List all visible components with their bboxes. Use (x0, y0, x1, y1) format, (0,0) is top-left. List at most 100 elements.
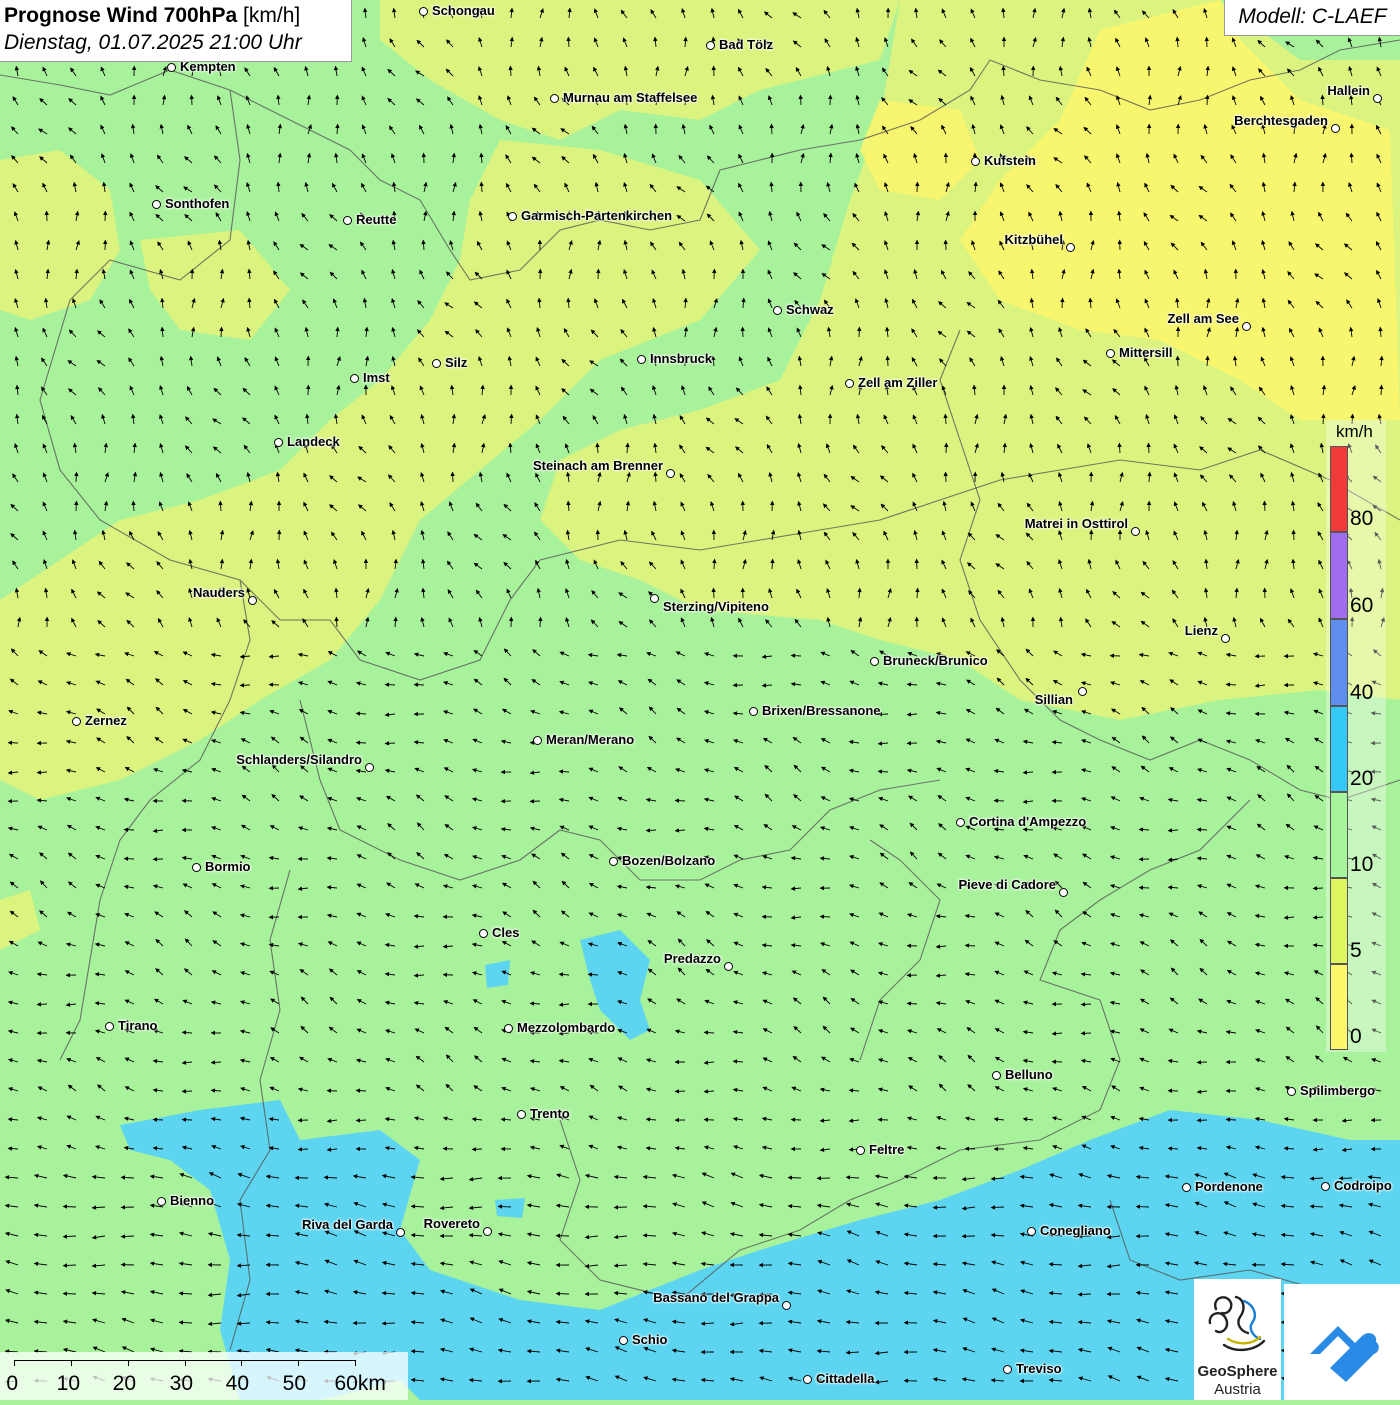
city-label: Sterzing/Vipiteno (663, 599, 769, 614)
scale-label: 0 (6, 1372, 18, 1396)
city-marker (550, 94, 559, 103)
city-marker (533, 736, 542, 745)
city-marker (1373, 94, 1382, 103)
city-marker (1131, 527, 1140, 536)
city-label: Bassano del Grappa (653, 1290, 779, 1305)
city-label: Bad Tölz (719, 37, 773, 52)
city-marker (105, 1022, 114, 1031)
scale-tick (14, 1360, 15, 1366)
city-marker (248, 596, 257, 605)
city-marker (803, 1375, 812, 1384)
color-legend: km/h 80 60 40 20 10 5 0 (1326, 420, 1386, 1052)
city-label: Feltre (869, 1142, 904, 1157)
city-marker (1066, 243, 1075, 252)
scale-tick (71, 1360, 72, 1366)
city-marker (856, 1146, 865, 1155)
city-label: Spilimbergo (1300, 1083, 1375, 1098)
city-label: Matrei in Osttirol (1025, 516, 1128, 531)
city-label: Schwaz (786, 302, 834, 317)
city-label: Tirano (118, 1018, 158, 1033)
scale-tick (128, 1360, 129, 1366)
city-label: Sonthofen (165, 196, 229, 211)
city-label: Pordenone (1195, 1179, 1263, 1194)
legend-band-80 (1330, 446, 1348, 532)
city-label: Berchtesgaden (1234, 113, 1328, 128)
legend-unit: km/h (1336, 422, 1373, 442)
city-marker (619, 1336, 628, 1345)
legend-tick: 10 (1350, 853, 1373, 877)
city-marker (517, 1110, 526, 1119)
city-label: Steinach am Brenner (533, 458, 663, 473)
city-marker (1331, 124, 1340, 133)
city-label: Sillian (1035, 692, 1073, 707)
city-marker (1027, 1227, 1036, 1236)
city-label: Zell am See (1167, 311, 1239, 326)
city-marker (508, 212, 517, 221)
legend-band-5 (1330, 878, 1348, 964)
city-label: Murnau am Staffelsee (563, 90, 697, 105)
city-marker (1106, 349, 1115, 358)
city-label: Pieve di Cadore (958, 877, 1056, 892)
legend-band-40 (1330, 619, 1348, 706)
city-label: Nauders (193, 585, 245, 600)
scale-tick (241, 1360, 242, 1366)
city-label: Treviso (1016, 1361, 1062, 1376)
city-label: Mittersill (1119, 345, 1172, 360)
city-marker (419, 7, 428, 16)
city-label: Riva del Garda (302, 1217, 393, 1232)
scale-bar: 0 10 20 30 40 50 60km (0, 1352, 408, 1400)
city-marker (650, 594, 659, 603)
city-label: Predazzo (664, 951, 721, 966)
city-label: Innsbruck (650, 351, 712, 366)
legend-tick: 20 (1350, 767, 1373, 791)
city-marker (192, 863, 201, 872)
logo-text-1: GeoSphere (1194, 1363, 1281, 1380)
geosphere-emblem-icon (1194, 1279, 1281, 1363)
legend-tick: 5 (1350, 939, 1362, 963)
city-marker (167, 63, 176, 72)
city-label: Zell am Ziller (858, 375, 937, 390)
scale-label: 20 (113, 1372, 136, 1396)
city-marker (72, 717, 81, 726)
city-marker (773, 306, 782, 315)
city-marker (1078, 687, 1087, 696)
city-marker (274, 438, 283, 447)
city-label: Imst (363, 370, 390, 385)
city-label: Hallein (1327, 83, 1370, 98)
city-label: Schongau (432, 3, 495, 18)
city-label: Bienno (170, 1193, 214, 1208)
title-main: Prognose Wind 700hPa (4, 4, 237, 27)
scale-label: 30 (170, 1372, 193, 1396)
city-marker (396, 1228, 405, 1237)
city-marker (1242, 322, 1251, 331)
city-marker (479, 929, 488, 938)
city-marker (992, 1071, 1001, 1080)
city-label: Trento (530, 1106, 570, 1121)
city-marker (483, 1227, 492, 1236)
legend-band-10 (1330, 792, 1348, 878)
city-label: Rovereto (424, 1216, 480, 1231)
city-marker (706, 41, 715, 50)
legend-tick: 80 (1350, 507, 1373, 531)
app-logo (1284, 1284, 1400, 1400)
city-marker (1321, 1182, 1330, 1191)
geosphere-logo: GeoSphere Austria (1194, 1279, 1281, 1400)
city-label: Conegliano (1040, 1223, 1111, 1238)
map-title: Prognose Wind 700hPa [km/h] Dienstag, 01… (0, 0, 352, 62)
scale-tick (298, 1360, 299, 1366)
scale-label: 60km (334, 1372, 385, 1396)
city-marker (152, 200, 161, 209)
scale-label: 10 (57, 1372, 80, 1396)
logo-text-2: Austria (1194, 1381, 1281, 1398)
legend-tick: 60 (1350, 594, 1373, 618)
city-label: Cles (492, 925, 519, 940)
forecast-time: Dienstag, 01.07.2025 21:00 Uhr (4, 29, 351, 57)
legend-tick: 0 (1350, 1025, 1362, 1049)
city-marker (1221, 634, 1230, 643)
city-label: Kitzbühel (1005, 232, 1064, 247)
city-marker (956, 818, 965, 827)
legend-band-60 (1330, 532, 1348, 619)
city-label: Schio (632, 1332, 667, 1347)
model-label: Modell: C-LAEF (1224, 0, 1400, 36)
city-marker (971, 157, 980, 166)
